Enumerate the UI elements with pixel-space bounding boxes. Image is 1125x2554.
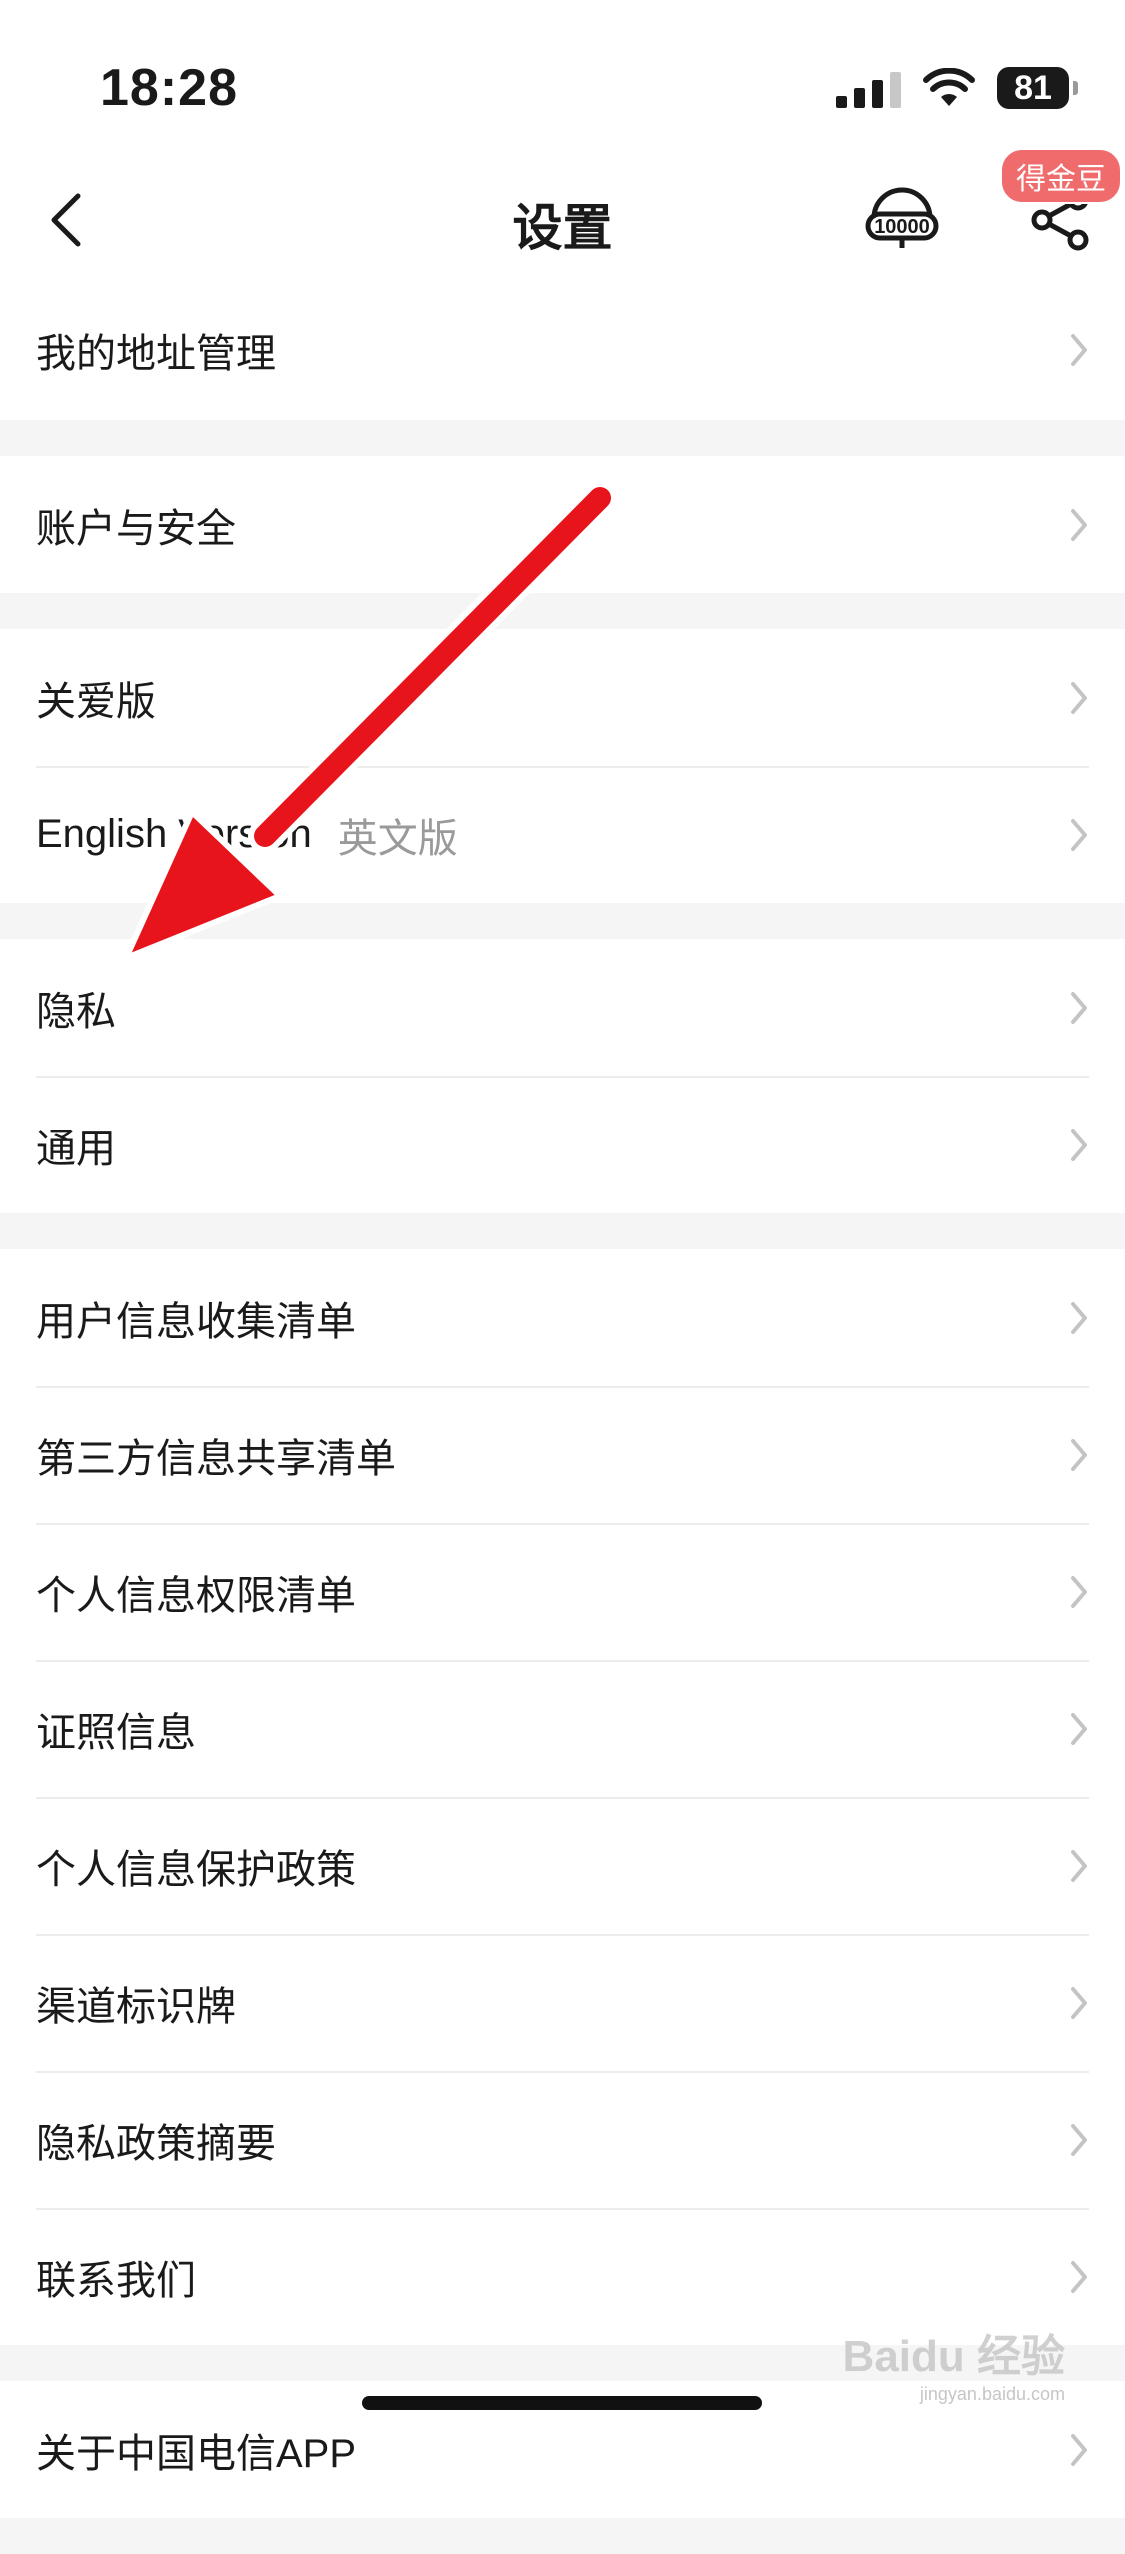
settings-item-privacy-summary[interactable]: 隐私政策摘要 <box>0 2071 1125 2208</box>
headset-icon: 10000 <box>865 187 939 248</box>
settings-item-label: 第三方信息共享清单 <box>36 1436 396 1481</box>
chevron-right-icon <box>1071 991 1087 1024</box>
chevron-right-icon <box>1071 2260 1087 2293</box>
chevron-right-icon <box>1071 1849 1087 1882</box>
settings-item-label: 关爱版 <box>36 679 156 724</box>
chevron-right-icon <box>1071 1301 1087 1334</box>
chevron-right-icon <box>1071 818 1087 851</box>
watermark-brand: Baidu 经验 <box>842 2332 1065 2381</box>
chevron-right-icon <box>1071 1575 1087 1608</box>
settings-item-sublabel: 英文版 <box>337 816 458 861</box>
settings-item-label: 账户与安全 <box>36 506 236 551</box>
settings-item-license-info[interactable]: 证照信息 <box>0 1660 1125 1797</box>
settings-item-label: 个人信息权限清单 <box>36 1573 356 1618</box>
chevron-right-icon <box>1071 681 1087 714</box>
wifi-icon <box>923 68 975 106</box>
cellular-signal-icon <box>836 68 901 108</box>
settings-list: 我的地址管理 账户与安全 关爱版 English Version 英文版 隐私 … <box>0 280 1125 2554</box>
chevron-right-icon <box>1071 508 1087 541</box>
settings-group: 关爱版 English Version 英文版 <box>0 629 1125 903</box>
settings-item-label: 个人信息保护政策 <box>36 1847 356 1892</box>
settings-item-label: 关于中国电信APP <box>36 2431 357 2476</box>
navbar: 设置 10000 得金豆 <box>0 148 1125 280</box>
home-indicator[interactable] <box>362 2396 762 2410</box>
battery-indicator: 81 <box>997 67 1078 109</box>
chevron-right-icon <box>1071 2433 1087 2466</box>
chevron-right-icon <box>1071 1128 1087 1161</box>
status-bar: 18:28 81 <box>0 0 1125 180</box>
settings-item-label: 隐私 <box>36 989 116 1034</box>
settings-item-english-version[interactable]: English Version 英文版 <box>0 766 1125 903</box>
settings-item-general[interactable]: 通用 <box>0 1076 1125 1213</box>
settings-group: 账户与安全 <box>0 456 1125 593</box>
settings-item-label: 渠道标识牌 <box>36 1984 236 2029</box>
settings-item-label: 联系我们 <box>36 2258 196 2303</box>
settings-item-privacy[interactable]: 隐私 <box>0 939 1125 1076</box>
page-title: 设置 <box>512 200 613 256</box>
settings-group: 用户信息收集清单 第三方信息共享清单 个人信息权限清单 证照信息 个人信息保护政… <box>0 1249 1125 2345</box>
settings-item-permission-list[interactable]: 个人信息权限清单 <box>0 1523 1125 1660</box>
settings-group: 我的地址管理 <box>0 280 1125 420</box>
svg-text:10000: 10000 <box>874 216 930 238</box>
settings-item-label: 证照信息 <box>36 1710 196 1755</box>
settings-item-third-party-sharing[interactable]: 第三方信息共享清单 <box>0 1386 1125 1523</box>
watermark-url: jingyan.baidu.com <box>919 2384 1065 2404</box>
baidu-watermark: Baidu 经验 jingyan.baidu.com <box>843 2320 1065 2405</box>
settings-item-protection-policy[interactable]: 个人信息保护政策 <box>0 1797 1125 1934</box>
chevron-right-icon <box>1071 334 1087 366</box>
status-icons: 81 <box>836 64 1078 112</box>
chevron-right-icon <box>1071 1438 1087 1471</box>
settings-item-account-security[interactable]: 账户与安全 <box>0 456 1125 593</box>
settings-item-label: 用户信息收集清单 <box>36 1299 356 1344</box>
settings-item-address[interactable]: 我的地址管理 <box>0 280 1125 420</box>
settings-item-label: English Version <box>36 812 312 856</box>
settings-item-channel-id[interactable]: 渠道标识牌 <box>0 1934 1125 2071</box>
settings-item-user-info-collection[interactable]: 用户信息收集清单 <box>0 1249 1125 1386</box>
chevron-right-icon <box>1071 2123 1087 2156</box>
settings-item-care-mode[interactable]: 关爱版 <box>0 629 1125 766</box>
settings-group: 隐私 通用 <box>0 939 1125 1213</box>
settings-item-label: 隐私政策摘要 <box>36 2121 276 2166</box>
gold-beans-badge[interactable]: 得金豆 <box>1000 148 1122 204</box>
status-time: 18:28 <box>100 59 238 117</box>
chevron-right-icon <box>1071 1712 1087 1745</box>
settings-item-label: 通用 <box>36 1126 116 1171</box>
settings-item-label: 我的地址管理 <box>36 332 276 376</box>
customer-service-button[interactable]: 10000 <box>862 178 942 258</box>
chevron-right-icon <box>1071 1986 1087 2019</box>
